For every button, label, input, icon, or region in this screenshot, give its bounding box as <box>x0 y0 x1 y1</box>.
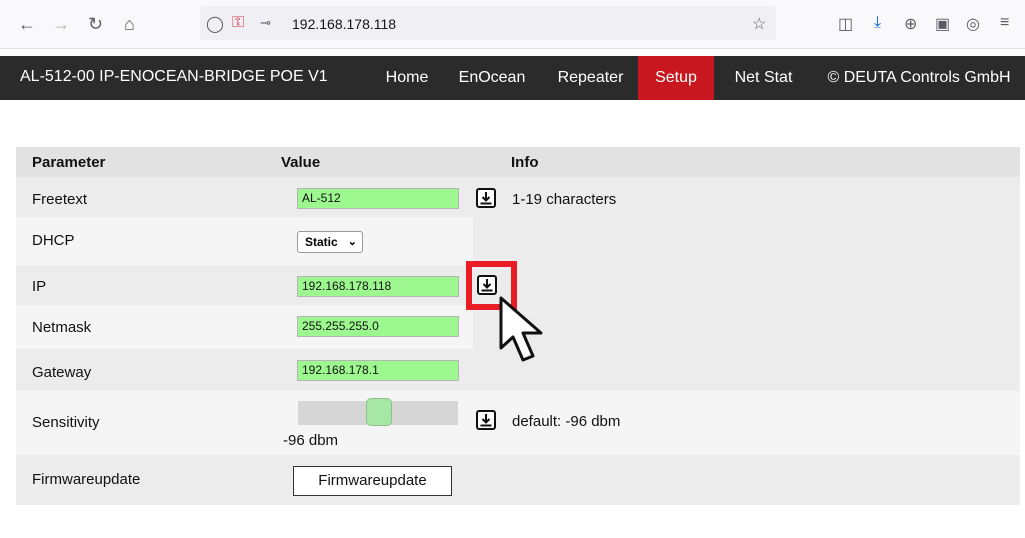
sensitivity-value: -96 dbm <box>283 432 339 449</box>
site-brand: AL-512-00 IP-ENOCEAN-BRIDGE POE V1 <box>20 68 328 85</box>
download-arrow-icon <box>480 414 492 427</box>
row-dhcp: DHCP Static ⌄ <box>16 217 473 265</box>
nav-net-stat[interactable]: Net Stat <box>714 56 813 100</box>
freetext-info: 1-19 characters <box>512 191 617 208</box>
account-icon[interactable]: ◎ <box>966 14 980 34</box>
reload-icon[interactable]: ↻ <box>88 14 103 34</box>
chevron-down-icon: ⌄ <box>347 236 357 248</box>
header-info: Info <box>511 154 539 171</box>
nav-setup[interactable]: Setup <box>638 56 714 100</box>
nav-copyright[interactable]: © DEUTA Controls GmbH <box>813 56 1025 100</box>
header-value: Value <box>281 154 321 171</box>
mouse-cursor-icon <box>499 296 543 362</box>
shield-icon[interactable]: ◯ <box>206 14 224 34</box>
row-label: Netmask <box>32 319 92 336</box>
row-label: Freetext <box>32 191 88 208</box>
url-text[interactable]: 192.168.178.118 <box>292 16 396 32</box>
sensitivity-info: default: -96 dbm <box>512 413 621 430</box>
gateway-input[interactable]: 192.168.178.1 <box>297 360 459 381</box>
row-label: DHCP <box>32 232 75 249</box>
header-parameter: Parameter <box>32 154 106 171</box>
bookmark-star-icon[interactable]: ☆ <box>752 14 766 34</box>
nav-repeater[interactable]: Repeater <box>543 56 638 100</box>
key-icon: ⊸ <box>260 15 271 30</box>
row-label: Sensitivity <box>32 414 100 431</box>
forward-arrow-icon[interactable]: → <box>52 14 70 34</box>
table-header: Parameter Value Info <box>16 147 1020 177</box>
download-arrow-icon <box>480 192 492 205</box>
download-icon[interactable]: ⤓ <box>874 14 881 32</box>
dhcp-select[interactable]: Static ⌄ <box>297 231 363 253</box>
netmask-input[interactable]: 255.255.255.0 <box>297 316 459 337</box>
address-bar[interactable]: ◯ ⚿ ⊸ 192.168.178.118 <box>200 6 776 40</box>
zoom-icon[interactable]: ⊕ <box>904 14 917 34</box>
extension-icon[interactable]: ▣ <box>935 14 950 34</box>
nav-home[interactable]: Home <box>373 56 441 100</box>
ip-input[interactable]: 192.168.178.118 <box>297 276 459 297</box>
freetext-input[interactable]: AL-512 <box>297 188 459 209</box>
firmwareupdate-button[interactable]: Firmwareupdate <box>293 466 452 496</box>
row-firmwareupdate: Firmwareupdate Firmwareupdate <box>16 455 1020 505</box>
row-sensitivity: Sensitivity -96 dbm default: -96 dbm <box>16 391 1020 455</box>
nav-enocean[interactable]: EnOcean <box>441 56 543 100</box>
insecure-lock-icon[interactable]: ⚿ <box>232 14 244 32</box>
freetext-save-button[interactable] <box>476 188 496 208</box>
menu-icon[interactable]: ≡ <box>1000 14 1009 32</box>
row-freetext: Freetext AL-512 1-19 characters <box>16 177 1020 217</box>
sensitivity-slider[interactable] <box>298 398 458 426</box>
dhcp-selected-value: Static <box>305 235 338 249</box>
back-arrow-icon[interactable]: ← <box>18 14 36 34</box>
row-netmask: Netmask 255.255.255.0 <box>16 305 473 349</box>
browser-toolbar: ← → ↻ ⌂ ◯ ⚿ ⊸ 192.168.178.118 ☆ ◫ ⤓ ⊕ ▣ … <box>0 0 1025 49</box>
row-label: Gateway <box>32 364 92 381</box>
row-label: Firmwareupdate <box>32 471 141 488</box>
slider-thumb[interactable] <box>366 398 392 426</box>
home-icon[interactable]: ⌂ <box>124 14 135 34</box>
pocket-icon[interactable]: ◫ <box>838 14 853 34</box>
site-navbar: AL-512-00 IP-ENOCEAN-BRIDGE POE V1 Home … <box>0 56 1025 100</box>
sensitivity-save-button[interactable] <box>476 410 496 430</box>
row-label: IP <box>32 278 47 295</box>
